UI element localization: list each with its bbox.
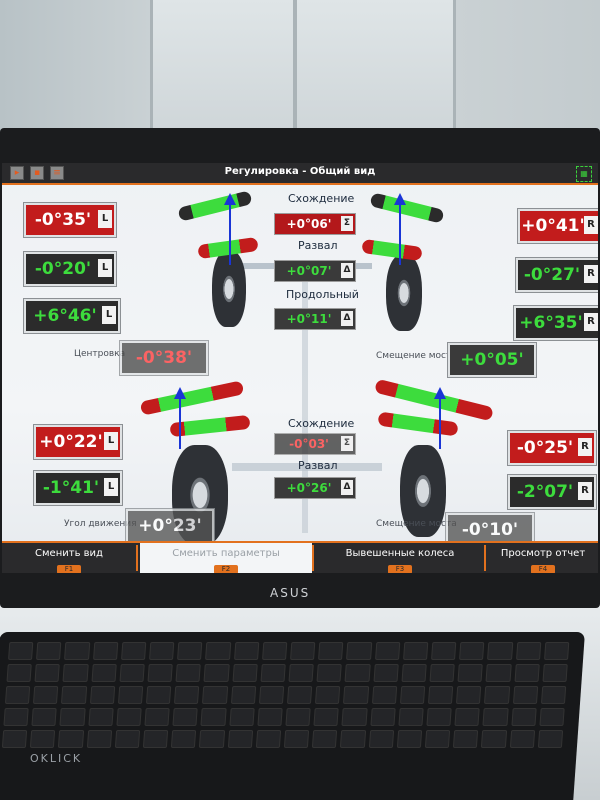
- app-screen: ▸ ▪ ≡ Регулировка - Общий вид ▦ -0°35' L …: [2, 163, 598, 573]
- view-report-button[interactable]: Просмотр отчет F4: [488, 543, 598, 573]
- separator: [136, 545, 138, 571]
- rear-right-camber-value: -2°07' R: [508, 475, 596, 509]
- rear-toe-label: Схождение: [288, 417, 355, 430]
- rear-right-camber-gauge: [377, 411, 459, 437]
- window-title: Регулировка - Общий вид: [224, 166, 376, 177]
- front-camber-diff-value: +0°07' Δ: [274, 260, 356, 282]
- centering-value: -0°38': [120, 341, 208, 375]
- layout-grid-icon[interactable]: ▦: [576, 166, 592, 182]
- front-left-pointer-stem: [229, 205, 231, 265]
- front-total-toe-value: +0°06' Σ: [274, 213, 356, 235]
- background-window: [150, 0, 456, 130]
- title-bar: ▸ ▪ ≡ Регулировка - Общий вид ▦: [2, 163, 598, 183]
- monitor-brand: ASUS: [270, 586, 311, 600]
- rear-camber-label: Развал: [298, 459, 338, 472]
- rear-total-toe-value: -0°03' Σ: [274, 433, 356, 455]
- thrust-angle-value: +0°23': [126, 509, 214, 543]
- front-left-caster-value: +6°46' L: [24, 299, 120, 333]
- front-right-pointer-stem: [399, 205, 401, 265]
- front-right-camber-value: -0°27' R: [516, 258, 598, 292]
- front-left-pointer: [224, 193, 236, 205]
- rear-left-toe-gauge: [139, 380, 245, 416]
- rear-right-pointer: [434, 387, 446, 399]
- keyboard-keys: [1, 642, 570, 748]
- front-axle-offset-value: +0°05': [448, 343, 536, 377]
- front-right-toe-value: +0°41' R: [518, 209, 598, 243]
- keyboard-brand: OKLICK: [30, 752, 83, 765]
- rear-axle-offset-label: Смещение моста: [376, 519, 457, 529]
- separator: [312, 545, 314, 571]
- rear-camber-diff-value: +0°26' Δ: [274, 477, 356, 499]
- rear-left-toe-value: +0°22' L: [34, 425, 122, 459]
- rear-right-toe-value: -0°25' R: [508, 431, 596, 465]
- keyboard: [0, 632, 585, 800]
- front-left-toe-gauge: [177, 190, 253, 222]
- change-parameters-button[interactable]: Сменить параметры F2: [140, 543, 312, 573]
- rear-left-camber-value: -1°41' L: [34, 471, 122, 505]
- separator: [484, 545, 486, 571]
- centering-label: Центровка: [74, 349, 126, 359]
- rear-right-pointer-stem: [439, 399, 441, 449]
- rear-left-camber-gauge: [169, 414, 251, 438]
- front-right-pointer: [394, 193, 406, 205]
- front-caster-label: Продольный: [286, 288, 359, 301]
- raised-wheels-button[interactable]: Вывешенные колеса F3: [316, 543, 484, 573]
- front-right-wheel: [386, 255, 422, 331]
- rear-left-pointer-stem: [179, 399, 181, 449]
- front-left-toe-value: -0°35' L: [24, 203, 116, 237]
- title-accent-line: [2, 183, 598, 185]
- function-key-bar: Сменить вид F1 Сменить параметры F2 Выве…: [2, 541, 598, 573]
- front-toe-label: Схождение: [288, 192, 355, 205]
- front-left-camber-value: -0°20' L: [24, 252, 116, 286]
- change-view-button[interactable]: Сменить вид F1: [2, 543, 136, 573]
- front-camber-label: Развал: [298, 239, 338, 252]
- front-right-camber-gauge: [361, 238, 423, 262]
- front-right-toe-gauge: [369, 192, 445, 224]
- front-axle-offset-label: Смещение моста: [376, 351, 457, 361]
- rear-left-pointer: [174, 387, 186, 399]
- front-caster-diff-value: +0°11' Δ: [274, 308, 356, 330]
- front-right-caster-value: +6°35' R: [514, 306, 598, 340]
